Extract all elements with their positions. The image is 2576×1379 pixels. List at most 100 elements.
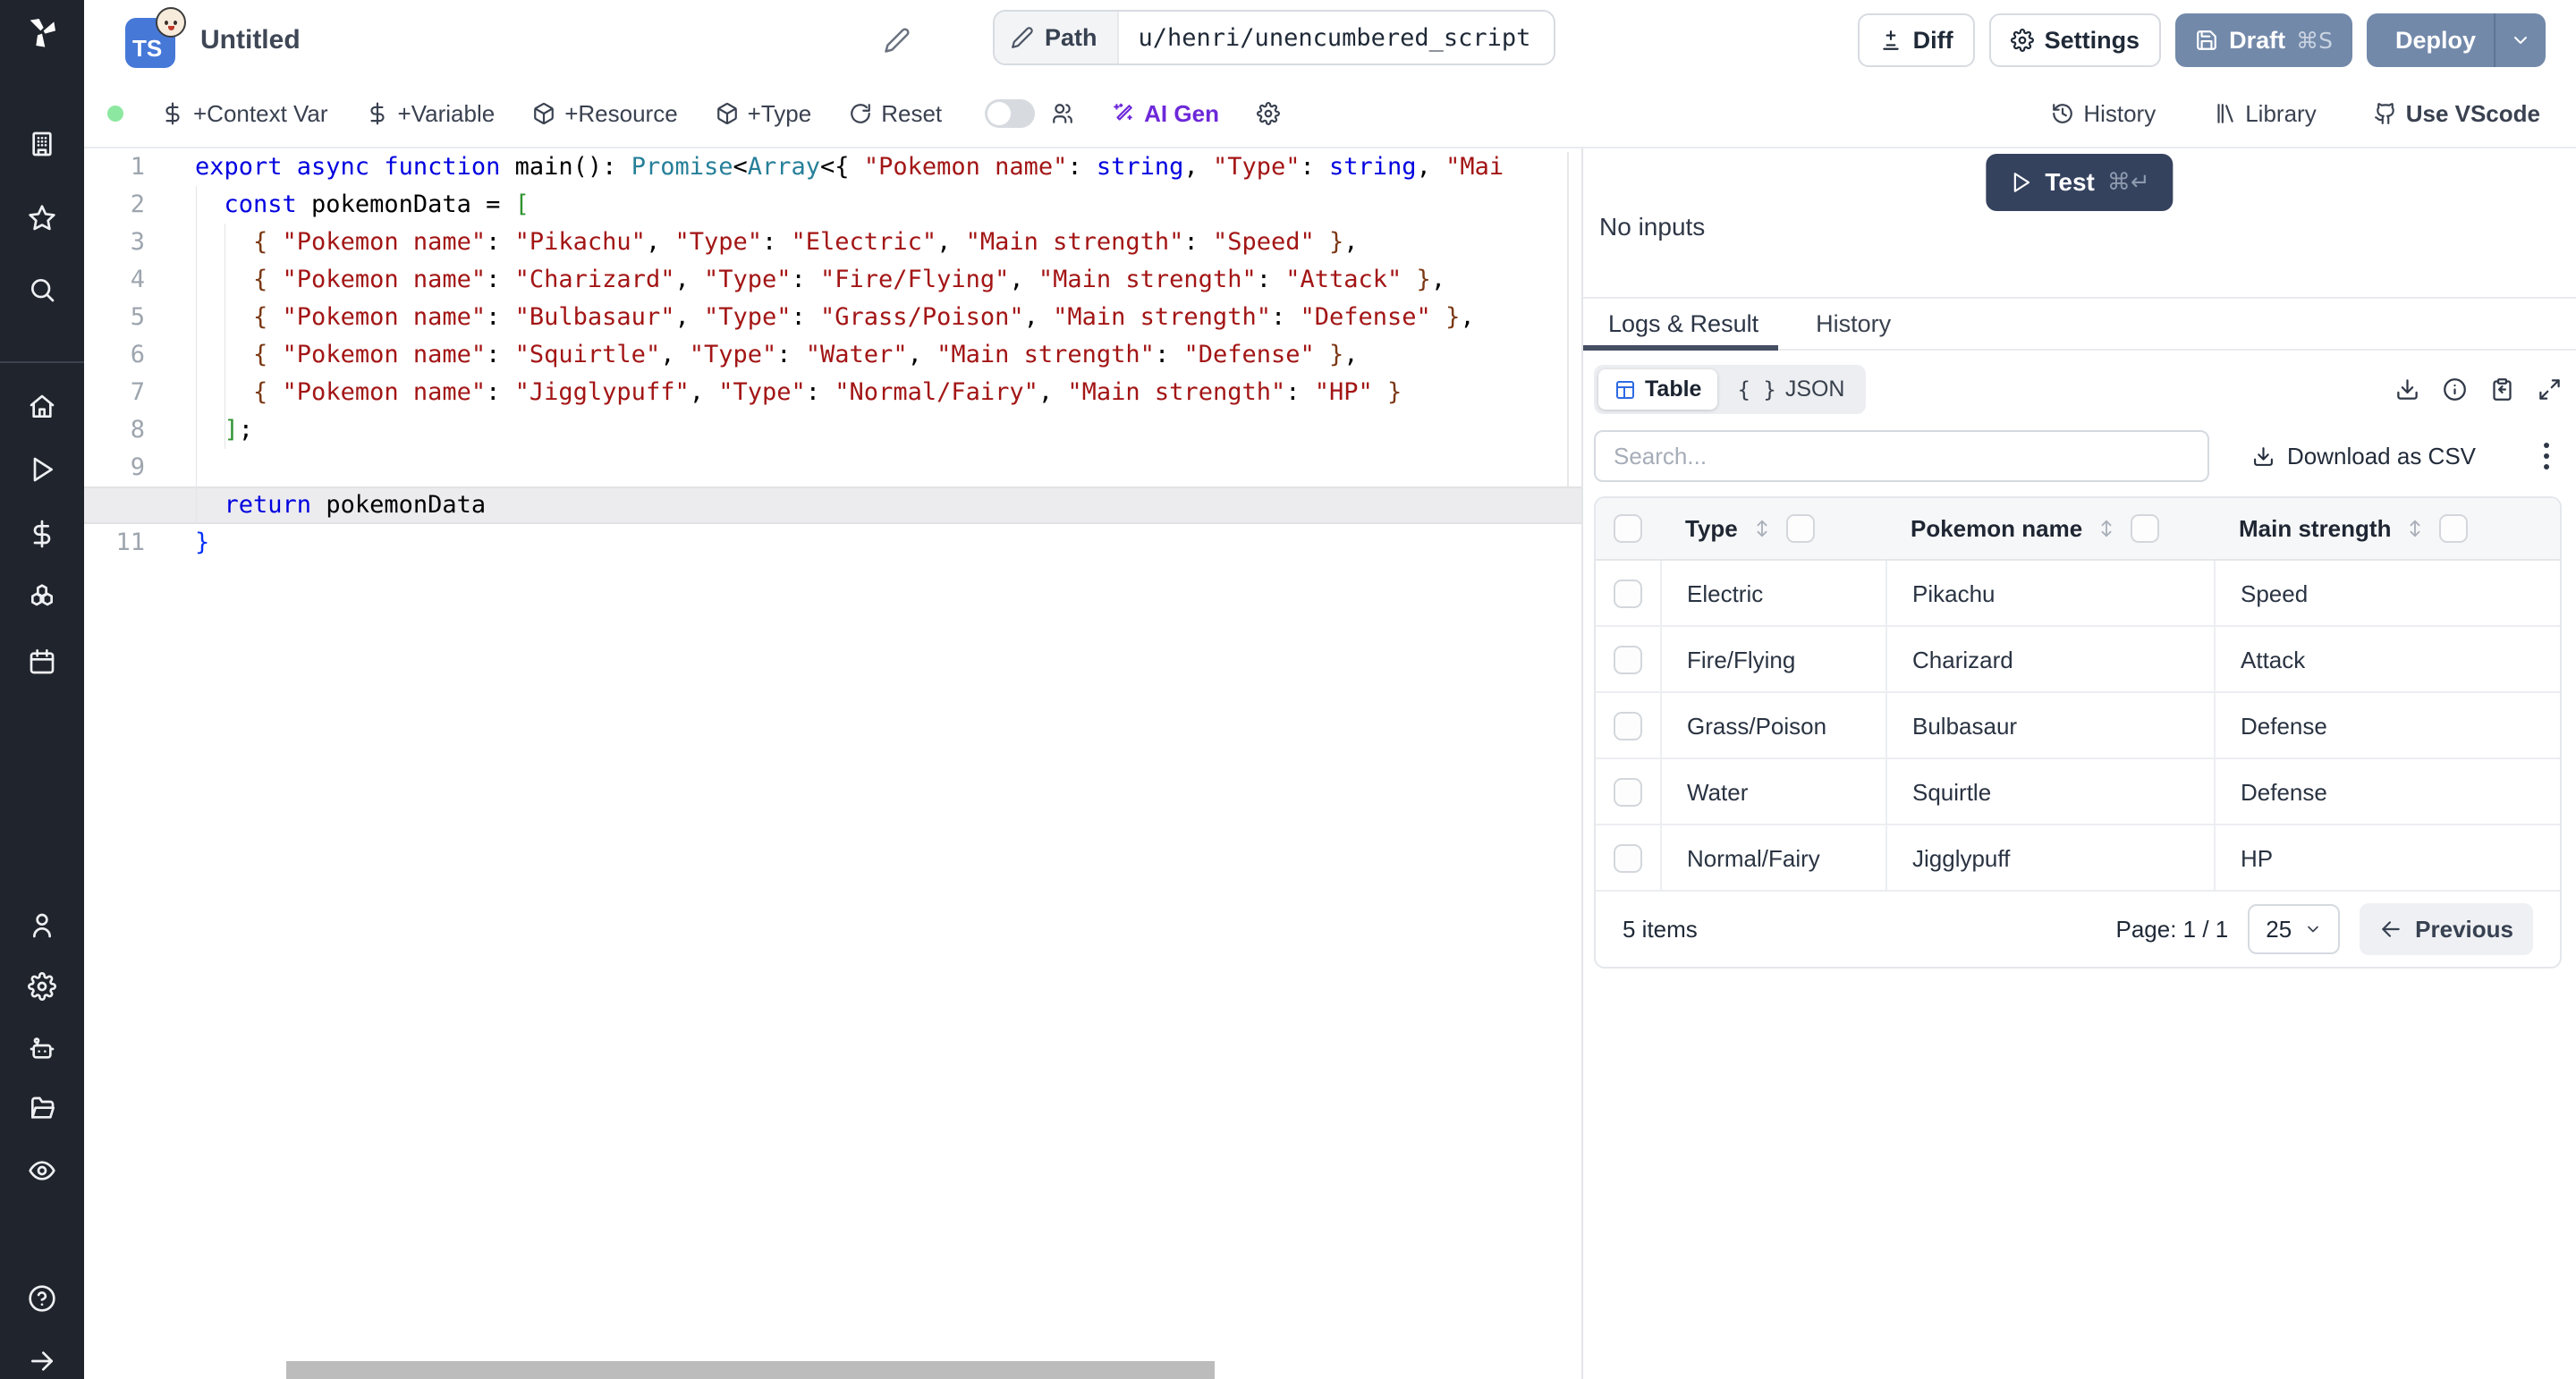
expand-sidebar-arrow-icon[interactable] — [28, 1347, 56, 1375]
previous-page-button[interactable]: Previous — [2360, 903, 2533, 955]
users-person-icon[interactable] — [28, 911, 56, 940]
search-icon[interactable] — [28, 275, 56, 304]
download-icon[interactable] — [2395, 377, 2419, 402]
column-header: Main strength — [2214, 514, 2560, 543]
settings-gear-icon[interactable] — [28, 972, 56, 1001]
column-checkbox[interactable] — [2439, 514, 2468, 543]
schedules-calendar-icon[interactable] — [28, 647, 56, 676]
braces-icon: { } — [1737, 377, 1775, 402]
expand-icon[interactable] — [2538, 377, 2562, 402]
home-icon[interactable] — [28, 393, 56, 421]
sort-icon[interactable] — [2405, 517, 2425, 540]
library-button[interactable]: Library — [2213, 100, 2316, 128]
view-json-button[interactable]: { } JSON — [1721, 369, 1860, 410]
workspace-building-icon[interactable] — [28, 130, 56, 158]
settings-button[interactable]: Settings — [1989, 13, 2162, 67]
cell-pokemon-name: Pikachu — [1885, 561, 2214, 627]
cell-main-strength: Attack — [2214, 627, 2560, 693]
cell-main-strength: Defense — [2214, 693, 2560, 759]
page-size-select[interactable]: 25 — [2248, 904, 2340, 954]
editor-settings-gear[interactable] — [1257, 102, 1280, 125]
workers-robot-icon[interactable] — [28, 1035, 56, 1063]
code-line[interactable]: { "Pokemon name": "Jigglypuff", "Type": … — [195, 374, 1581, 411]
diff-icon — [1879, 29, 1902, 52]
line-number: 1 — [84, 148, 154, 186]
code-line[interactable]: export async function main(): Promise<Ar… — [195, 148, 1581, 186]
folders-icon[interactable] — [28, 1095, 56, 1123]
cell-type: Fire/Flying — [1660, 627, 1885, 693]
column-checkbox[interactable] — [1786, 514, 1815, 543]
variables-dollar-icon[interactable] — [28, 520, 56, 548]
row-checkbox[interactable] — [1614, 844, 1642, 873]
code-editor[interactable]: 1234567891011 export async function main… — [84, 148, 1581, 1379]
row-checkbox[interactable] — [1614, 580, 1642, 608]
audit-eye-icon[interactable] — [28, 1156, 56, 1185]
use-vscode-button[interactable]: Use VScode — [2374, 100, 2540, 128]
search-input[interactable] — [1594, 430, 2209, 482]
tab-history[interactable]: History — [1816, 310, 1891, 338]
diff-button[interactable]: Diff — [1858, 13, 1975, 67]
code-line[interactable] — [195, 449, 1581, 486]
code-line[interactable]: } — [195, 524, 1581, 562]
table-row[interactable]: Normal/FairyJigglypuffHP — [1596, 825, 2560, 892]
add-resource-button[interactable]: +Resource — [532, 100, 677, 128]
resources-boxes-icon[interactable] — [28, 583, 56, 612]
code-line[interactable]: { "Pokemon name": "Bulbasaur", "Type": "… — [195, 299, 1581, 336]
more-options-kebab[interactable] — [2540, 439, 2553, 473]
row-checkbox[interactable] — [1614, 712, 1642, 740]
draft-button[interactable]: Draft ⌘S — [2175, 13, 2352, 67]
table-row[interactable]: Fire/FlyingCharizardAttack — [1596, 627, 2560, 693]
path-field[interactable]: Path u/henri/unencumbered_script — [993, 10, 1555, 65]
reset-button[interactable]: Reset — [849, 100, 942, 128]
favorites-star-icon[interactable] — [28, 204, 56, 233]
windmill-logo-icon[interactable] — [24, 14, 60, 50]
runs-play-icon[interactable] — [28, 455, 56, 484]
run-panel: Test ⌘↵ No inputs Logs & Result History … — [1583, 148, 2576, 1379]
save-icon — [2195, 29, 2218, 52]
select-all-checkbox[interactable] — [1614, 514, 1642, 543]
cell-type: Grass/Poison — [1660, 693, 1885, 759]
gear-icon — [1257, 102, 1280, 125]
download-csv-button[interactable]: Download as CSV — [2252, 443, 2476, 470]
horizontal-scrollbar[interactable] — [286, 1361, 1215, 1379]
deploy-button[interactable]: Deploy — [2367, 13, 2494, 67]
sort-icon[interactable] — [2097, 517, 2116, 540]
view-table-button[interactable]: Table — [1598, 369, 1717, 410]
history-clock-icon — [2051, 102, 2074, 125]
table-row[interactable]: Grass/PoisonBulbasaurDefense — [1596, 693, 2560, 759]
code-line[interactable]: const pokemonData = [ — [195, 186, 1581, 224]
add-type-button[interactable]: +Type — [716, 100, 812, 128]
chevron-down-icon — [2304, 920, 2322, 938]
line-number: 9 — [84, 449, 154, 486]
table-row[interactable]: ElectricPikachuSpeed — [1596, 561, 2560, 627]
table-row[interactable]: WaterSquirtleDefense — [1596, 759, 2560, 825]
sort-icon[interactable] — [1752, 517, 1772, 540]
deploy-dropdown-button[interactable] — [2496, 13, 2546, 67]
code-line[interactable]: ]; — [195, 411, 1581, 449]
code-line[interactable]: { "Pokemon name": "Charizard", "Type": "… — [195, 261, 1581, 299]
info-icon[interactable] — [2443, 377, 2467, 402]
tab-logs-result[interactable]: Logs & Result — [1608, 310, 1758, 338]
multiplayer-users-icon[interactable] — [1051, 102, 1074, 125]
path-value[interactable]: u/henri/unencumbered_script — [1119, 12, 1555, 63]
clipboard-copy-icon[interactable] — [2490, 377, 2514, 402]
history-button[interactable]: History — [2051, 100, 2156, 128]
help-icon[interactable] — [28, 1284, 56, 1313]
code-line[interactable]: { "Pokemon name": "Pikachu", "Type": "El… — [195, 224, 1581, 261]
code-line[interactable]: return pokemonData — [195, 486, 1581, 524]
add-variable-button[interactable]: +Variable — [366, 100, 496, 128]
cell-pokemon-name: Jigglypuff — [1885, 825, 2214, 892]
ai-gen-button[interactable]: AI Gen — [1112, 100, 1219, 128]
row-checkbox[interactable] — [1614, 778, 1642, 807]
column-checkbox[interactable] — [2131, 514, 2159, 543]
arrow-left-icon — [2379, 918, 2402, 941]
add-context-var-button[interactable]: +Context Var — [161, 100, 328, 128]
cell-pokemon-name: Charizard — [1885, 627, 2214, 693]
column-label: Pokemon name — [1911, 515, 2082, 543]
test-button[interactable]: Test ⌘↵ — [1986, 154, 2173, 211]
code-line[interactable]: { "Pokemon name": "Squirtle", "Type": "W… — [195, 336, 1581, 374]
table-icon — [1614, 379, 1636, 401]
edit-title-pencil-icon[interactable] — [884, 27, 911, 54]
row-checkbox[interactable] — [1614, 646, 1642, 674]
collaboration-toggle[interactable] — [985, 99, 1035, 128]
